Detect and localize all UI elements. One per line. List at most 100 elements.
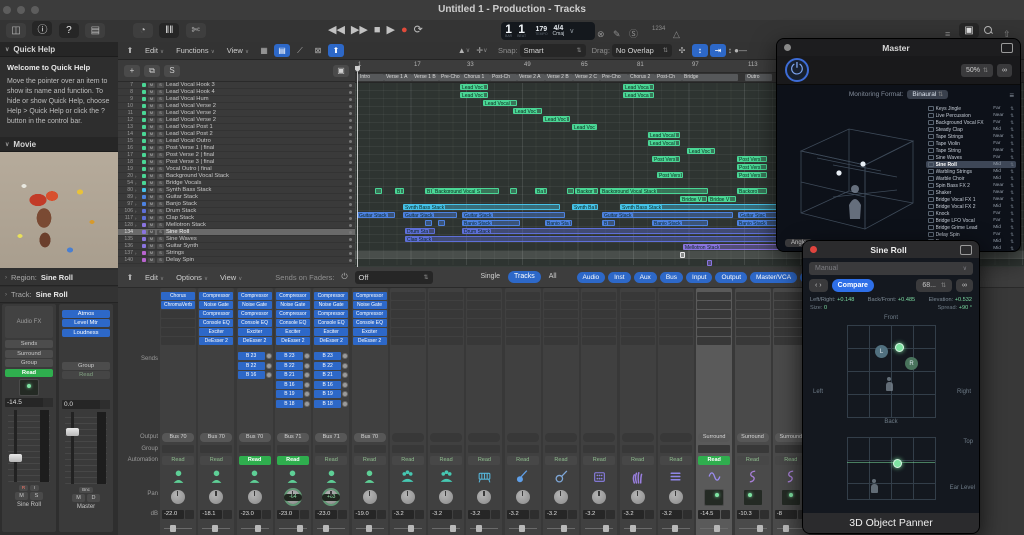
plugin-slot[interactable]: Console EQ bbox=[199, 319, 233, 327]
hide-mixer-icon[interactable]: ⬆ bbox=[122, 271, 138, 284]
object-row[interactable]: Spin Bass FX 2Near⇅ bbox=[926, 182, 1016, 189]
output-select[interactable]: Bus 70 bbox=[162, 433, 194, 442]
stop-button[interactable]: ■ bbox=[374, 23, 381, 38]
automation-read-button[interactable]: Read bbox=[545, 456, 577, 465]
group-slot[interactable] bbox=[392, 445, 424, 453]
region[interactable]: Background Vocal S bbox=[433, 188, 499, 194]
automation-read-button[interactable]: Read bbox=[583, 456, 615, 465]
volume-value[interactable]: 0.0 bbox=[62, 400, 110, 409]
empty-plugin-slot[interactable] bbox=[697, 292, 731, 300]
link-icon[interactable]: ∞ bbox=[956, 279, 973, 292]
empty-send-slot[interactable] bbox=[161, 400, 195, 408]
surround-format-button[interactable]: Surround bbox=[737, 433, 769, 442]
object-stepper-icon[interactable]: ⇅ bbox=[1010, 225, 1014, 231]
power-icon[interactable]: ⏻ bbox=[337, 271, 353, 284]
volume-value[interactable]: -10.3 bbox=[737, 510, 769, 519]
plugin-slot[interactable]: DeEsser 2 bbox=[238, 337, 272, 345]
movie-header[interactable]: ∨Movie bbox=[0, 137, 118, 152]
record-enable-button[interactable]: R bbox=[19, 485, 28, 491]
send-knob[interactable] bbox=[342, 401, 348, 407]
send-slot[interactable]: B 16 bbox=[314, 381, 348, 389]
empty-plugin-slot[interactable] bbox=[659, 310, 693, 318]
empty-plugin-slot[interactable] bbox=[506, 292, 540, 300]
arrangement-marker[interactable]: Bridge bbox=[682, 74, 738, 81]
track-header-row[interactable]: 135MSSine Waves bbox=[118, 236, 355, 243]
track-inspector-header[interactable]: ›Track:Sine Roll bbox=[0, 287, 118, 303]
empty-send-slot[interactable] bbox=[429, 371, 463, 379]
automation-read-button[interactable]: Read bbox=[239, 456, 271, 465]
empty-send-slot[interactable] bbox=[697, 371, 731, 379]
volume-value[interactable]: -3.2 bbox=[392, 510, 424, 519]
region[interactable] bbox=[510, 188, 517, 194]
track-on-icon[interactable] bbox=[349, 252, 352, 255]
empty-plugin-slot[interactable] bbox=[429, 328, 463, 336]
mixer-channel-strip[interactable]: CompressorNoise GateCompressorConsole EQ… bbox=[352, 288, 388, 535]
empty-plugin-slot[interactable] bbox=[467, 319, 501, 327]
plugin-slot[interactable]: DeEsser 2 bbox=[353, 337, 387, 345]
fader-top[interactable] bbox=[279, 524, 307, 534]
plugin-slot[interactable]: Compressor bbox=[238, 310, 272, 318]
track-on-icon[interactable] bbox=[349, 238, 352, 241]
empty-plugin-slot[interactable] bbox=[621, 337, 655, 345]
empty-send-slot[interactable] bbox=[353, 362, 387, 370]
pan-knob[interactable] bbox=[631, 490, 645, 504]
empty-plugin-slot[interactable] bbox=[736, 319, 770, 327]
send-slot[interactable]: B 18 bbox=[276, 400, 310, 408]
vertical-auto-zoom-icon[interactable]: ↕ bbox=[692, 44, 708, 57]
empty-send-slot[interactable] bbox=[199, 381, 233, 389]
output-select[interactable] bbox=[430, 433, 462, 442]
3d-room-view[interactable] bbox=[783, 107, 925, 245]
mixer-channel-strip[interactable]: CompressorNoise GateCompressorConsole EQ… bbox=[275, 288, 311, 535]
empty-send-slot[interactable] bbox=[621, 371, 655, 379]
view-menu[interactable]: View ∨ bbox=[222, 46, 254, 55]
empty-send-slot[interactable] bbox=[544, 400, 578, 408]
plugin-slot[interactable]: Exciter bbox=[276, 328, 310, 336]
track-on-icon[interactable] bbox=[349, 182, 352, 185]
empty-send-slot[interactable] bbox=[659, 352, 693, 360]
object-stepper-icon[interactable]: ⇅ bbox=[1010, 120, 1014, 126]
pan-control[interactable] bbox=[466, 486, 502, 508]
empty-plugin-slot[interactable] bbox=[161, 319, 195, 327]
pan-control[interactable] bbox=[428, 486, 464, 508]
track-on-icon[interactable] bbox=[349, 112, 352, 115]
fader-top[interactable] bbox=[317, 524, 345, 534]
region[interactable]: Banjo Sta bbox=[545, 220, 572, 226]
send-slot[interactable]: B 21 bbox=[314, 371, 348, 379]
link-window-icon[interactable] bbox=[1001, 43, 1013, 53]
view-single-button[interactable]: Single bbox=[475, 271, 506, 283]
fader-top[interactable] bbox=[432, 524, 460, 534]
pan-control[interactable] bbox=[237, 486, 273, 508]
close-icon[interactable] bbox=[810, 246, 817, 253]
region[interactable]: B bbox=[395, 188, 404, 194]
track-header-row[interactable]: 97›MSBanjo Stack bbox=[118, 201, 355, 208]
arrangement-marker[interactable]: Verse 1 A bbox=[384, 74, 412, 81]
horizontal-auto-zoom-icon[interactable]: ⇥ bbox=[710, 44, 726, 57]
empty-send-slot[interactable] bbox=[659, 371, 693, 379]
mute-button[interactable]: M bbox=[148, 146, 155, 151]
pan-knob[interactable] bbox=[401, 490, 415, 504]
volume-value[interactable]: -3.2 bbox=[545, 510, 577, 519]
mixer-channel-strip[interactable]: Read-3.2 bbox=[466, 288, 502, 535]
mute-button[interactable]: M bbox=[148, 258, 155, 263]
mixer-channel-strip[interactable]: Read-3.2 bbox=[505, 288, 541, 535]
volume-value[interactable]: -19.0 bbox=[354, 510, 386, 519]
region[interactable]: Bridge V bbox=[708, 196, 736, 202]
fader-top[interactable] bbox=[739, 524, 767, 534]
empty-send-slot[interactable] bbox=[506, 352, 540, 360]
empty-send-slot[interactable] bbox=[582, 352, 616, 360]
metronome-icon[interactable]: △ bbox=[670, 24, 683, 42]
region[interactable]: Banjo Stack bbox=[652, 220, 708, 226]
track-on-icon[interactable] bbox=[349, 175, 352, 178]
arrangement-marker[interactable]: Chorus 1 bbox=[462, 74, 490, 81]
track-header-row[interactable]: 9MSLead Vocal Hum bbox=[118, 96, 355, 103]
empty-send-slot[interactable] bbox=[697, 352, 731, 360]
empty-plugin-slot[interactable] bbox=[621, 328, 655, 336]
solo-button[interactable]: S bbox=[157, 125, 164, 130]
empty-send-slot[interactable] bbox=[506, 390, 540, 398]
pan-knob[interactable] bbox=[248, 490, 262, 504]
object-stepper-icon[interactable]: ⇅ bbox=[1010, 155, 1014, 161]
empty-send-slot[interactable] bbox=[736, 352, 770, 360]
track-on-icon[interactable] bbox=[349, 217, 352, 220]
secondary-tool-icon[interactable]: ✛∨ bbox=[474, 44, 490, 57]
object-stepper-icon[interactable]: ⇅ bbox=[1010, 127, 1014, 133]
